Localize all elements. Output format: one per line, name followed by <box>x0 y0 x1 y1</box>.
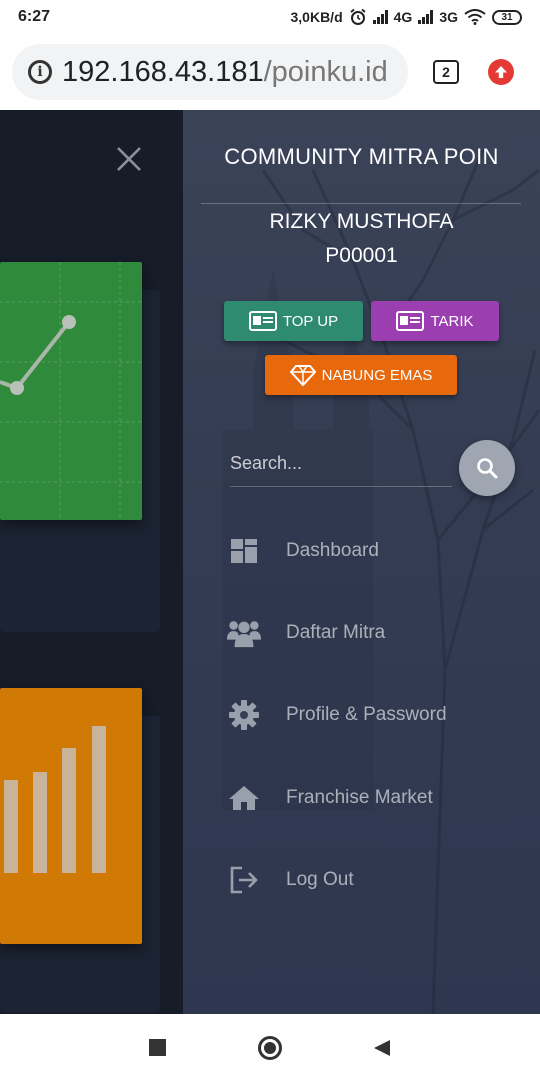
recents-button[interactable] <box>149 1039 166 1056</box>
divider <box>201 203 521 204</box>
id-card-icon <box>396 311 425 331</box>
dashboard-background <box>0 110 183 1014</box>
logout-icon <box>227 863 261 897</box>
search-input[interactable] <box>230 442 452 484</box>
network-type-2: 3G <box>439 9 458 25</box>
gear-icon <box>227 698 261 732</box>
user-name: RIZKY MUSTHOFA <box>269 210 454 233</box>
line-chart-card <box>0 262 142 520</box>
close-icon[interactable] <box>112 142 146 176</box>
topup-button[interactable]: TOP UP <box>224 301 363 341</box>
back-button[interactable] <box>372 1038 392 1058</box>
status-time: 6:27 <box>18 8 51 25</box>
status-bar: 6:27 3,0KB/d 4G 3G 31 <box>0 0 540 34</box>
menu-item-daftar-mitra[interactable]: Daftar Mitra <box>227 613 517 653</box>
side-navigation: COMMUNITY MITRA POIN RIZKY MUSTHOFA P000… <box>183 110 540 1014</box>
status-indicators: 3,0KB/d 4G 3G 31 <box>290 8 522 26</box>
menu-item-profile-password[interactable]: Profile & Password <box>227 695 517 735</box>
diamond-icon <box>289 365 316 386</box>
home-button[interactable] <box>258 1036 282 1060</box>
topup-label: TOP UP <box>282 312 339 330</box>
nabung-emas-button[interactable]: NABUNG EMAS <box>265 355 457 395</box>
menu-label: Dashboard <box>286 540 379 561</box>
update-icon[interactable] <box>488 59 514 85</box>
page-content: COMMUNITY MITRA POIN RIZKY MUSTHOFA P000… <box>0 110 540 1014</box>
dashboard-icon <box>227 534 261 568</box>
url-host: 192.168.43.181 <box>62 55 264 88</box>
menu-item-log-out[interactable]: Log Out <box>227 860 517 900</box>
menu-label: Profile & Password <box>286 704 447 725</box>
address-bar[interactable]: i 192.168.43.181/poinku.id <box>12 44 408 100</box>
bar-chart-graphic <box>4 726 106 873</box>
alarm-icon <box>350 8 366 25</box>
system-navigation-bar <box>0 1014 540 1080</box>
id-card-icon <box>248 311 277 331</box>
tarik-label: TARIK <box>430 312 474 330</box>
line-chart-graphic <box>0 262 142 520</box>
network-speed: 3,0KB/d <box>290 9 343 25</box>
signal-icon-1 <box>372 10 388 24</box>
nabung-emas-label: NABUNG EMAS <box>321 366 433 384</box>
tab-switcher-button[interactable]: 2 <box>433 60 459 84</box>
menu-item-franchise-market[interactable]: Franchise Market <box>227 778 517 818</box>
home-icon <box>227 781 261 815</box>
users-icon <box>227 616 261 650</box>
url-path: /poinku.id <box>263 55 388 88</box>
search-icon <box>477 458 498 479</box>
user-id: P00001 <box>325 244 398 267</box>
menu-label: Franchise Market <box>286 787 433 808</box>
battery-icon: 31 <box>492 9 522 25</box>
network-type-1: 4G <box>393 9 413 25</box>
wifi-icon <box>464 9 486 25</box>
browser-toolbar: i 192.168.43.181/poinku.id 2 <box>0 34 540 110</box>
tarik-button[interactable]: TARIK <box>371 301 499 341</box>
info-icon[interactable]: i <box>28 60 52 84</box>
menu-label: Log Out <box>286 869 354 890</box>
signal-icon-2 <box>418 10 434 24</box>
menu-label: Daftar Mitra <box>286 622 386 643</box>
menu-item-dashboard[interactable]: Dashboard <box>227 531 517 571</box>
search-button[interactable] <box>459 440 515 496</box>
bar-chart-card <box>0 688 142 944</box>
community-title: COMMUNITY MITRA POIN <box>224 144 499 169</box>
search-field <box>230 442 452 487</box>
